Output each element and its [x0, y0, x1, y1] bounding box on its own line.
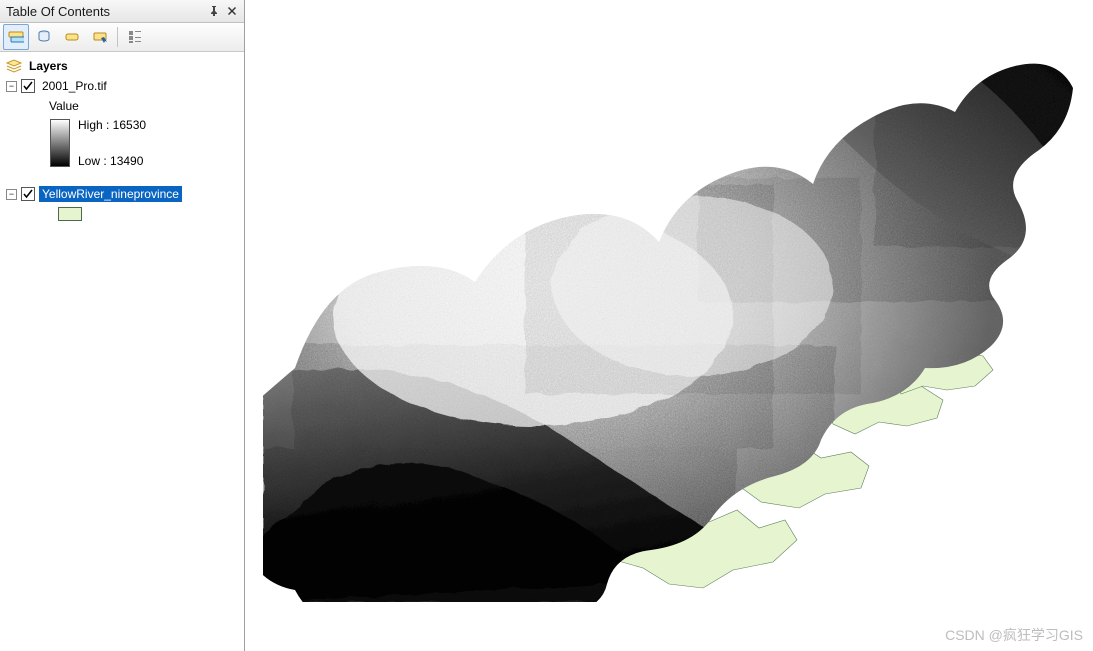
layer-name-label[interactable]: 2001_Pro.tif: [39, 78, 110, 94]
layers-icon: [6, 58, 22, 74]
expand-toggle[interactable]: −: [6, 189, 17, 200]
layers-root[interactable]: Layers: [2, 56, 242, 76]
toc-panel: Table Of Contents: [0, 0, 245, 651]
polygon-symbol-swatch[interactable]: [58, 207, 82, 221]
close-icon[interactable]: [224, 3, 240, 19]
layer-row-polygon[interactable]: − YellowRiver_nineprovince: [2, 184, 242, 204]
raster-low-label: Low : 13490: [78, 154, 146, 168]
options-button[interactable]: [122, 24, 148, 50]
layer-visibility-checkbox[interactable]: [21, 187, 35, 201]
watermark-text: CSDN @疯狂学习GIS: [945, 625, 1083, 645]
polygon-symbol-row[interactable]: [2, 204, 242, 224]
list-by-selection-button[interactable]: [87, 24, 113, 50]
list-by-draw-order-button[interactable]: [3, 24, 29, 50]
layer-tree[interactable]: Layers − 2001_Pro.tif Value High : 16530…: [0, 52, 244, 651]
raster-ramp-row: High : 16530 Low : 13490: [2, 118, 242, 168]
raster-layer-display: [263, 16, 1075, 602]
toc-toolbar: [0, 23, 244, 52]
toc-title-text: Table Of Contents: [6, 4, 204, 19]
toolbar-separator: [117, 27, 118, 47]
raster-high-label: High : 16530: [78, 118, 146, 132]
raster-value-heading: Value: [2, 96, 242, 116]
layer-name-label[interactable]: YellowRiver_nineprovince: [39, 186, 182, 202]
list-by-source-button[interactable]: [31, 24, 57, 50]
pin-icon[interactable]: [206, 3, 222, 19]
layers-root-label: Layers: [26, 58, 71, 74]
toc-title-bar[interactable]: Table Of Contents: [0, 0, 244, 23]
layer-row-raster[interactable]: − 2001_Pro.tif: [2, 76, 242, 96]
expand-toggle[interactable]: −: [6, 81, 17, 92]
list-by-visibility-button[interactable]: [59, 24, 85, 50]
layer-visibility-checkbox[interactable]: [21, 79, 35, 93]
map-view[interactable]: CSDN @疯狂学习GIS: [245, 0, 1093, 651]
color-ramp-swatch: [50, 119, 70, 167]
